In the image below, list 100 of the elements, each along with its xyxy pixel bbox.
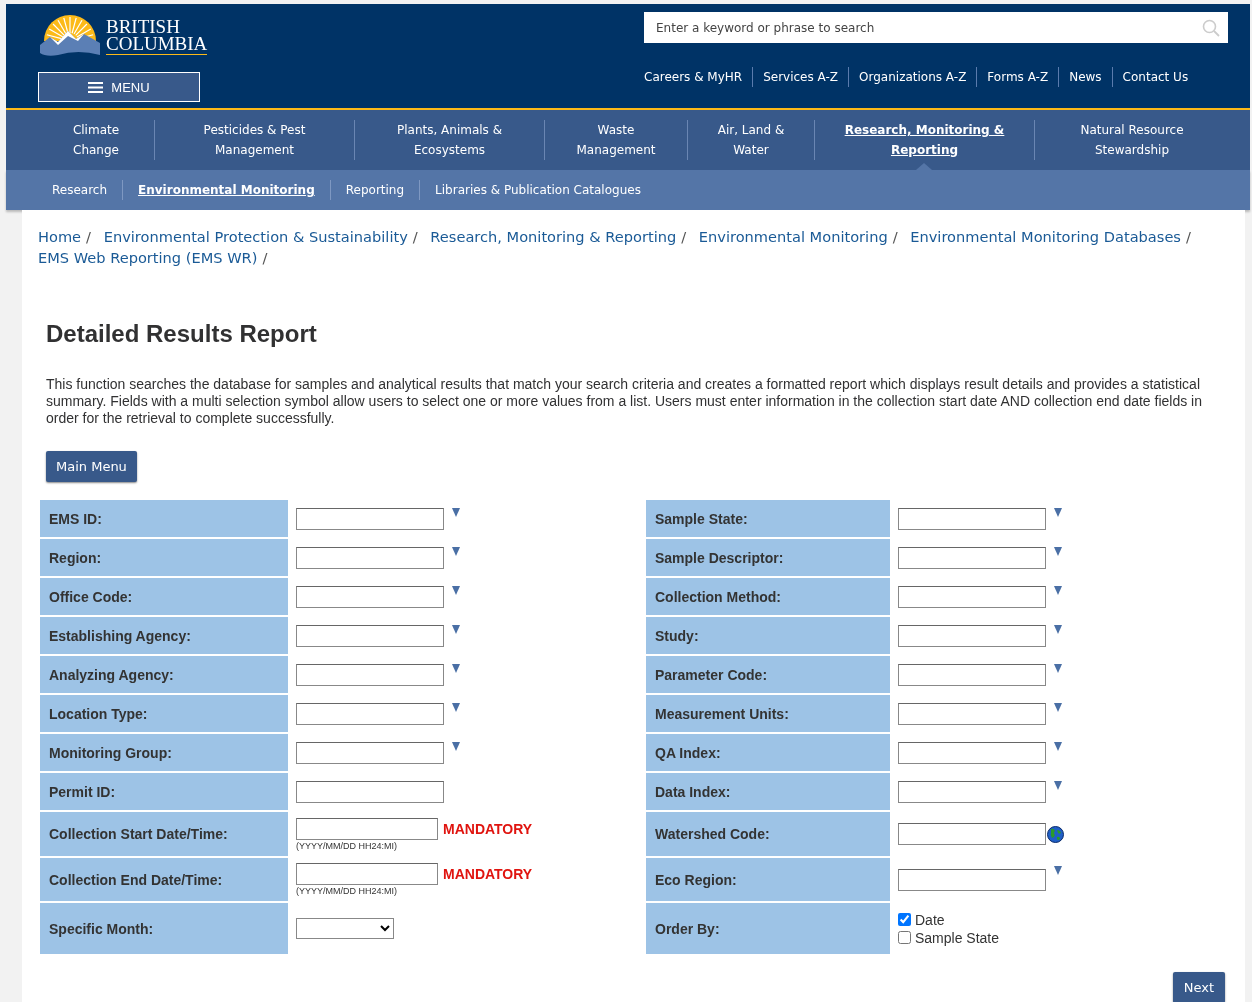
dropdown-arrow-icon[interactable] <box>1054 781 1062 790</box>
logo-text[interactable]: BRITISH COLUMBIA <box>106 17 208 55</box>
dropdown-arrow-icon[interactable] <box>1054 508 1062 517</box>
dropdown-arrow-icon[interactable] <box>1054 664 1062 673</box>
field-label: Parameter Code: <box>646 656 890 693</box>
breadcrumb-link[interactable]: EMS Web Reporting (EMS WR) <box>38 249 258 266</box>
field-label: Monitoring Group: <box>40 734 288 771</box>
globe-icon[interactable] <box>1047 825 1064 843</box>
field-label: Office Code: <box>40 578 288 615</box>
header-link[interactable]: Contact Us <box>1111 67 1199 87</box>
breadcrumb-separator: / <box>86 228 92 245</box>
field-label: QA Index: <box>646 734 890 771</box>
subnav-link[interactable]: Environmental Monitoring <box>122 180 330 200</box>
input-field[interactable] <box>296 585 444 608</box>
menu-icon <box>88 81 104 93</box>
input-field[interactable] <box>898 507 1046 530</box>
dropdown-arrow-icon[interactable] <box>452 742 460 751</box>
description-text: This function searches the database for samples and analytical results that match your search criteria and creates a formatted report which displays result details and provides a statistical summary. Fields with a multi selection symbol allow users to select one or more values from a list. Users must enter information in the collection start date AND collection end date fields in order for the retrieval to complete successfully. <box>46 376 1203 427</box>
breadcrumb-separator: / <box>412 228 418 245</box>
header-link[interactable]: Services A-Z <box>752 67 849 87</box>
dropdown-arrow-icon[interactable] <box>452 703 460 712</box>
nav-tab[interactable]: Waste Management <box>544 120 687 160</box>
main-menu-button[interactable]: Main Menu <box>46 451 137 482</box>
subnav-link[interactable]: Reporting <box>329 180 420 200</box>
dropdown-arrow-icon[interactable] <box>452 664 460 673</box>
input-field[interactable] <box>898 702 1046 725</box>
nav-tab[interactable]: Plants, Animals & Ecosystems <box>354 120 544 160</box>
nav-tab[interactable]: Climate Change <box>38 120 154 160</box>
input-field[interactable] <box>898 585 1046 608</box>
dropdown-arrow-icon[interactable] <box>1054 586 1062 595</box>
input-field[interactable] <box>296 741 444 764</box>
input-field[interactable] <box>898 780 1046 803</box>
header-link[interactable]: Organizations A-Z <box>848 67 977 87</box>
nav-tab[interactable]: Pesticides & Pest Management <box>154 120 354 160</box>
dropdown-arrow-icon[interactable] <box>452 547 460 556</box>
header-link[interactable]: Careers & MyHR <box>644 67 753 87</box>
field-label: Analyzing Agency: <box>40 656 288 693</box>
dropdown-arrow-icon[interactable] <box>1054 866 1062 875</box>
breadcrumb-separator: / <box>262 249 268 266</box>
nav-tab[interactable]: Research, Monitoring & Reporting <box>814 120 1034 160</box>
field-label: Collection Method: <box>646 578 890 615</box>
dropdown-arrow-icon[interactable] <box>1054 625 1062 634</box>
nav-tab[interactable]: Air, Land & Water <box>687 120 814 160</box>
input-field[interactable] <box>898 663 1046 686</box>
next-button[interactable]: Next <box>1172 972 1225 1002</box>
field-label: Order By: <box>646 903 890 954</box>
subnav-link[interactable]: Research <box>38 180 123 200</box>
field-label: Specific Month: <box>40 903 288 954</box>
dropdown-arrow-icon[interactable] <box>452 625 460 634</box>
breadcrumb-link[interactable]: Research, Monitoring & Reporting <box>430 228 677 245</box>
menu-button[interactable]: MENU <box>38 72 200 102</box>
input-field[interactable] <box>296 863 438 885</box>
input-field[interactable] <box>296 663 444 686</box>
field-label: Measurement Units: <box>646 695 890 732</box>
dropdown-arrow-icon[interactable] <box>1054 703 1062 712</box>
header-link[interactable]: News <box>1058 67 1112 87</box>
dropdown-arrow-icon[interactable] <box>1054 742 1062 751</box>
field-label: Sample Descriptor: <box>646 539 890 576</box>
dropdown-arrow-icon[interactable] <box>452 508 460 517</box>
format-hint: (YYYY/MM/DD HH24:MI) <box>296 840 398 851</box>
mandatory-note: MANDATORY <box>443 820 533 837</box>
input-field[interactable] <box>296 817 438 840</box>
breadcrumb-separator: / <box>1186 228 1191 245</box>
input-field[interactable] <box>296 546 444 569</box>
field-label: Collection End Date/Time: <box>40 858 288 901</box>
field-label: Collection Start Date/Time: <box>40 812 288 856</box>
input-field[interactable] <box>898 823 1046 845</box>
month-select[interactable] <box>296 918 394 939</box>
input-field[interactable] <box>898 741 1046 764</box>
checkbox[interactable] <box>898 931 911 944</box>
mandatory-note: MANDATORY <box>443 866 533 882</box>
input-field[interactable] <box>296 624 444 647</box>
field-label: Watershed Code: <box>646 812 890 856</box>
nav-tab[interactable]: Natural Resource Stewardship <box>1034 120 1229 160</box>
field-label: Sample State: <box>646 500 890 537</box>
input-field[interactable] <box>296 780 444 803</box>
input-field[interactable] <box>296 507 444 530</box>
input-field[interactable] <box>296 702 444 725</box>
field-label: Data Index: <box>646 773 890 810</box>
checkbox-label: Date <box>915 911 945 928</box>
input-field[interactable] <box>898 546 1046 569</box>
checkbox-label: Sample State <box>915 929 1000 946</box>
dropdown-arrow-icon[interactable] <box>1054 547 1062 556</box>
header-link[interactable]: Forms A-Z <box>976 67 1059 87</box>
input-field[interactable] <box>898 624 1046 647</box>
breadcrumb-link[interactable]: Environmental Monitoring <box>698 228 888 245</box>
dropdown-arrow-icon[interactable] <box>452 586 460 595</box>
page-title: Detailed Results Report <box>46 320 318 348</box>
field-label: Study: <box>646 617 890 654</box>
subnav-link[interactable]: Libraries & Publication Catalogues <box>419 180 656 200</box>
input-field[interactable] <box>898 868 1046 891</box>
field-label: Establishing Agency: <box>40 617 288 654</box>
field-label: Permit ID: <box>40 773 288 810</box>
breadcrumb-link[interactable]: Home <box>38 228 82 245</box>
field-label: Eco Region: <box>646 858 890 901</box>
breadcrumb-link[interactable]: Environmental Monitoring Databases <box>910 228 1181 245</box>
checkbox[interactable] <box>898 913 911 926</box>
breadcrumb-link[interactable]: Environmental Protection & Sustainability <box>103 228 408 245</box>
breadcrumb-separator: / <box>681 228 687 245</box>
field-label: Region: <box>40 539 288 576</box>
